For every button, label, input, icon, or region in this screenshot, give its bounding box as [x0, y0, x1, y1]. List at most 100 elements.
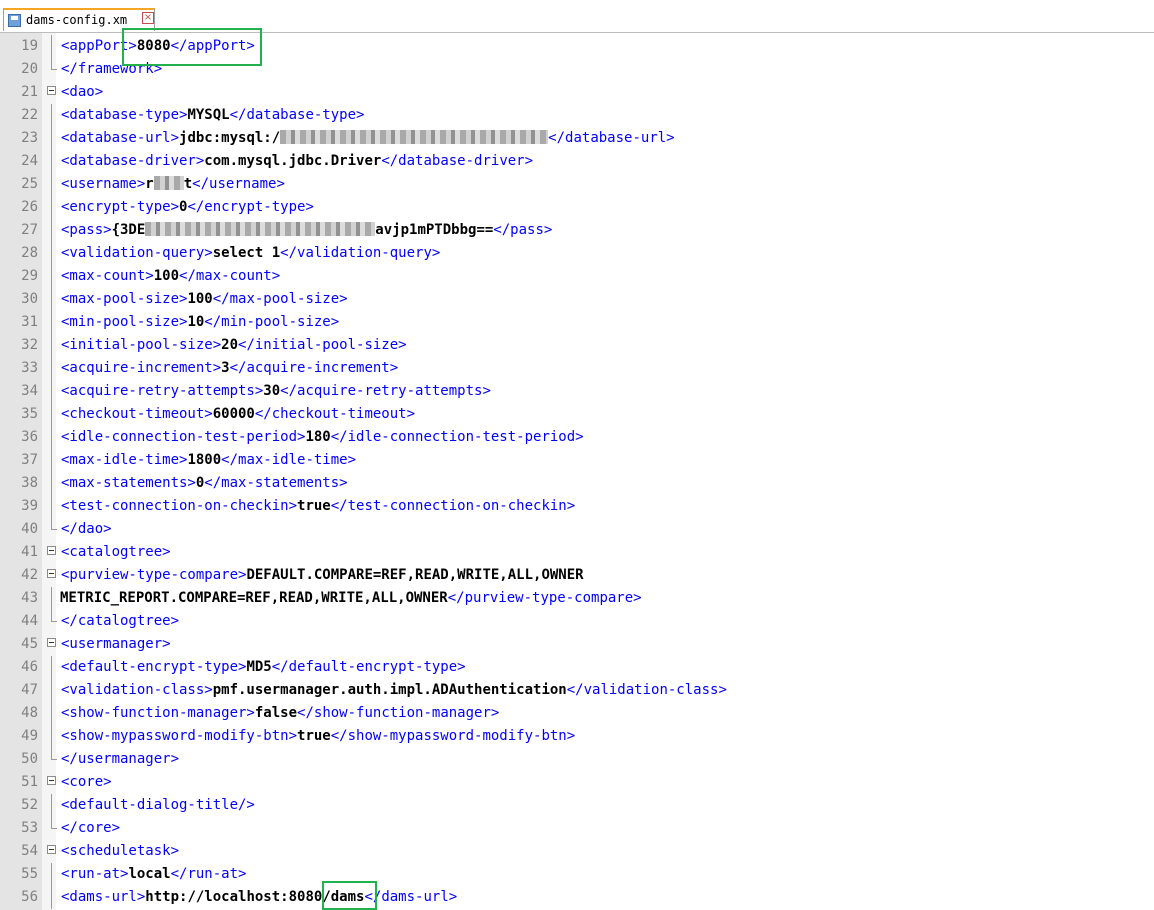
line-number: 37 — [21, 452, 38, 468]
code-line[interactable]: 50 </usermanager> — [0, 748, 1154, 771]
code-line[interactable]: 33 <acquire-increment>3</acquire-incremen… — [0, 357, 1154, 380]
code-text: <purview-type-compare>DEFAULT.COMPARE=RE… — [61, 564, 584, 587]
fold-guide-line — [51, 702, 52, 725]
code-line[interactable]: 24 <database-driver>com.mysql.jdbc.Driver… — [0, 150, 1154, 173]
code-line[interactable]: 48 <show-function-manager>false</show-fun… — [0, 702, 1154, 725]
line-number: 44 — [21, 613, 38, 629]
xml-tag: <default-dialog-title/> — [61, 797, 255, 813]
code-line[interactable]: 39 <test-connection-on-checkin>true</test… — [0, 495, 1154, 518]
code-line[interactable]: 46 <default-encrypt-type>MD5</default-enc… — [0, 656, 1154, 679]
code-text: <database-type>MYSQL</database-type> — [61, 104, 364, 127]
line-number: 30 — [21, 291, 38, 307]
xml-close-tag: </pass> — [493, 222, 553, 238]
code-line[interactable]: 21 <dao> — [0, 81, 1154, 104]
close-icon[interactable]: × — [142, 12, 154, 24]
fold-guide-line — [51, 334, 52, 357]
code-text: <initial-pool-size>20</initial-pool-size… — [61, 334, 407, 357]
xml-tag: </usermanager> — [61, 751, 180, 767]
xml-open-tag: <dams-url> — [61, 889, 146, 905]
fold-toggle-icon[interactable] — [47, 845, 56, 854]
xml-value: 1800 — [187, 452, 222, 468]
code-line[interactable]: 25 <username>r t</username> — [0, 173, 1154, 196]
code-line[interactable]: 28 <validation-query>select 1</validation… — [0, 242, 1154, 265]
fold-guide-line — [51, 35, 52, 58]
fold-end-marker — [51, 817, 57, 829]
code-line[interactable]: 40 </dao> — [0, 518, 1154, 541]
xml-value: 100 — [153, 268, 180, 284]
fold-toggle-icon[interactable] — [47, 569, 56, 578]
xml-close-tag: </test-connection-on-checkin> — [330, 498, 576, 514]
code-text: <default-encrypt-type>MD5</default-encry… — [61, 656, 466, 679]
xml-close-tag: </max-count> — [179, 268, 281, 284]
code-line[interactable]: 26 <encrypt-type>0</encrypt-type> — [0, 196, 1154, 219]
xml-value: local — [128, 866, 171, 882]
code-line[interactable]: 22 <database-type>MYSQL</database-type> — [0, 104, 1154, 127]
code-line[interactable]: 56 <dams-url>http://localhost:8080/dams</… — [0, 886, 1154, 909]
code-text: <max-pool-size>100</max-pool-size> — [61, 288, 348, 311]
xml-value: 3 — [221, 360, 230, 376]
xml-open-tag: <database-driver> — [61, 153, 205, 169]
code-line[interactable]: 45 <usermanager> — [0, 633, 1154, 656]
fold-guide-line — [51, 150, 52, 173]
code-line[interactable]: 34 <acquire-retry-attempts>30</acquire-re… — [0, 380, 1154, 403]
code-line[interactable]: 42 <purview-type-compare>DEFAULT.COMPARE=… — [0, 564, 1154, 587]
xml-close-tag: </validation-class> — [566, 682, 727, 698]
code-line[interactable]: 29 <max-count>100</max-count> — [0, 265, 1154, 288]
tab-label: dams-config.xm — [26, 13, 128, 27]
line-number: 25 — [21, 176, 38, 192]
redacted-blur — [145, 222, 376, 236]
code-text: <database-driver>com.mysql.jdbc.Driver</… — [61, 150, 533, 173]
code-line[interactable]: 35 <checkout-timeout>60000</checkout-time… — [0, 403, 1154, 426]
xml-open-tag: <show-mypassword-modify-btn> — [61, 728, 298, 744]
code-line[interactable]: 23 <database-url>jdbc:mysql:/ </database-u… — [0, 127, 1154, 150]
code-line[interactable]: 54 <scheduletask> — [0, 840, 1154, 863]
xml-open-tag: <checkout-timeout> — [61, 406, 213, 422]
code-text: <database-url>jdbc:mysql:/ </database-url… — [61, 127, 675, 150]
xml-close-tag: </max-pool-size> — [212, 291, 348, 307]
code-line[interactable]: 37 <max-idle-time>1800</max-idle-time> — [0, 449, 1154, 472]
fold-toggle-icon[interactable] — [47, 546, 56, 555]
xml-value: true — [297, 728, 331, 744]
code-line[interactable]: 51 <core> — [0, 771, 1154, 794]
code-line[interactable]: 30 <max-pool-size>100</max-pool-size> — [0, 288, 1154, 311]
xml-value-tail: avjp1mPTDbbg== — [375, 222, 494, 238]
xml-close-tag: </validation-query> — [280, 245, 441, 261]
code-text: <idle-connection-test-period>180</idle-c… — [61, 426, 584, 449]
fold-toggle-icon[interactable] — [47, 638, 56, 647]
code-text: </dao> — [61, 518, 112, 541]
code-line[interactable]: 31 <min-pool-size>10</min-pool-size> — [0, 311, 1154, 334]
code-line[interactable]: 27 <pass>{3DE avjp1mPTDbbg==</pass> — [0, 219, 1154, 242]
xml-close-tag: </run-at> — [170, 866, 247, 882]
code-line[interactable]: 49 <show-mypassword-modify-btn>true</show… — [0, 725, 1154, 748]
fold-toggle-icon[interactable] — [47, 86, 56, 95]
line-number: 23 — [21, 130, 38, 146]
code-line[interactable]: 52 <default-dialog-title/> — [0, 794, 1154, 817]
xml-open-tag: <validation-class> — [61, 682, 213, 698]
code-line[interactable]: 47 <validation-class>pmf.usermanager.auth… — [0, 679, 1154, 702]
code-line[interactable]: 53 </core> — [0, 817, 1154, 840]
code-line[interactable]: 38 <max-statements>0</max-statements> — [0, 472, 1154, 495]
xml-open-tag: <pass> — [61, 222, 112, 238]
xml-open-tag: <max-idle-time> — [61, 452, 188, 468]
code-text: METRIC_REPORT.COMPARE=REF,READ,WRITE,ALL… — [60, 587, 642, 610]
fold-toggle-icon[interactable] — [47, 776, 56, 785]
fold-guide-line — [51, 472, 52, 495]
xml-value: 60000 — [212, 406, 255, 422]
fold-guide-line — [51, 495, 52, 518]
code-line[interactable]: 32 <initial-pool-size>20</initial-pool-si… — [0, 334, 1154, 357]
fold-guide-line — [51, 265, 52, 288]
code-line[interactable]: 44 </catalogtree> — [0, 610, 1154, 633]
xml-close-tag: </idle-connection-test-period> — [330, 429, 584, 445]
xml-open-tag: <validation-query> — [61, 245, 213, 261]
xml-close-tag: </max-idle-time> — [221, 452, 357, 468]
fold-guide-line — [51, 380, 52, 403]
code-line[interactable]: 36 <idle-connection-test-period>180</idle… — [0, 426, 1154, 449]
code-text: <catalogtree> — [61, 541, 171, 564]
code-line[interactable]: 55 <run-at>local</run-at> — [0, 863, 1154, 886]
redacted-blur — [153, 176, 184, 190]
code-text: <validation-query>select 1</validation-q… — [61, 242, 440, 265]
xml-value: pmf.usermanager.auth.impl.ADAuthenticati… — [212, 682, 567, 698]
line-number: 36 — [21, 429, 38, 445]
code-line[interactable]: 43 METRIC_REPORT.COMPARE=REF,READ,WRITE,A… — [0, 587, 1154, 610]
code-line[interactable]: 41 <catalogtree> — [0, 541, 1154, 564]
